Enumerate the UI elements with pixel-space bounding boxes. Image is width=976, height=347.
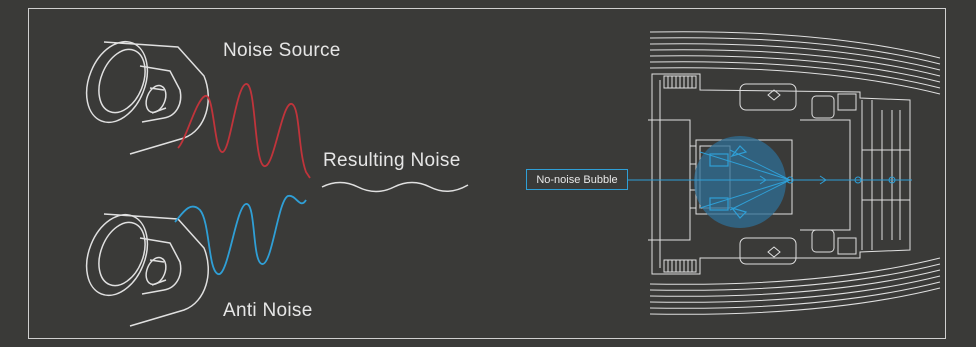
noise-wave (177, 83, 311, 179)
yacht-cabin-plan-icon (648, 31, 941, 315)
anti-noise-wave (174, 195, 307, 275)
resulting-noise-wave (321, 181, 469, 193)
diagram-canvas: Noise Source Resulting Noise Anti Noise … (0, 0, 976, 347)
anti-noise-label: Anti Noise (223, 300, 313, 321)
noise-source-label: Noise Source (223, 40, 341, 61)
diagram-graphics (85, 31, 941, 327)
noise-source-speaker-icon (85, 40, 209, 155)
resulting-noise-label: Resulting Noise (323, 150, 461, 171)
no-noise-bubble (694, 136, 786, 228)
no-noise-bubble-label: No-noise Bubble (526, 169, 628, 190)
anti-noise-speaker-icon (85, 213, 209, 327)
